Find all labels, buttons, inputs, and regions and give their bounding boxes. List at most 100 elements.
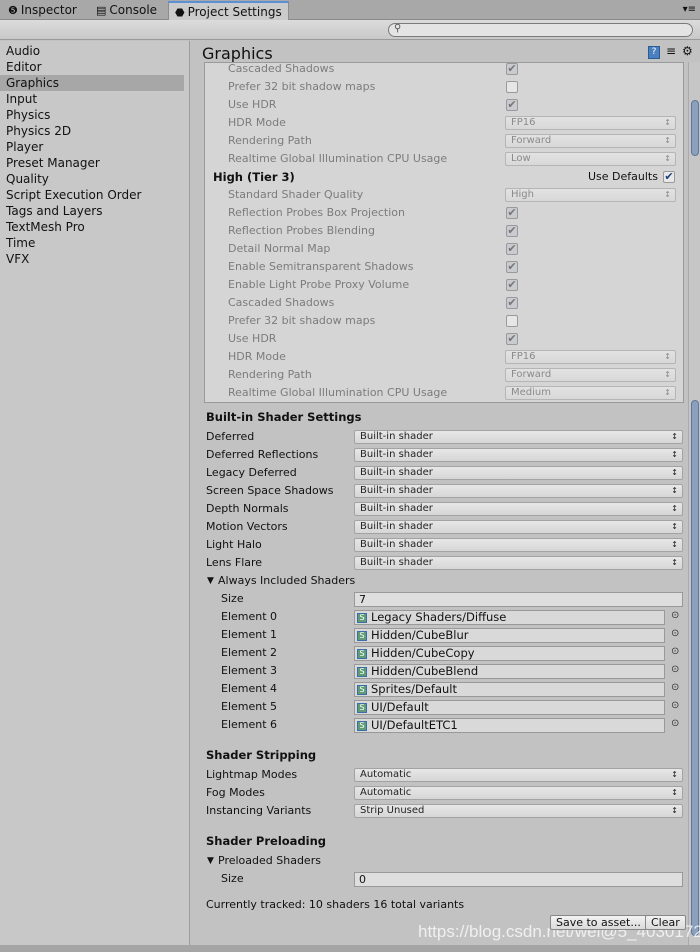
field-label: Legacy Deferred (206, 466, 297, 479)
field-label: Deferred Reflections (206, 448, 319, 461)
setting-dropdown[interactable]: Forward (505, 134, 676, 148)
search-icon: ⚲ (394, 23, 402, 34)
shader-object-field[interactable]: S UI/Default (354, 700, 665, 715)
field-label: Screen Space Shadows (206, 484, 334, 497)
sidebar-item-physics[interactable]: Physics (0, 107, 184, 123)
sidebar-item-tags-and-layers[interactable]: Tags and Layers (0, 203, 184, 219)
setting-label: Detail Normal Map (228, 242, 331, 255)
object-picker-icon[interactable]: ⊙ (671, 664, 679, 675)
use-defaults-label: Use Defaults (588, 170, 658, 183)
shader-object-field[interactable]: S Hidden/CubeCopy (354, 646, 665, 661)
sidebar-item-time[interactable]: Time (0, 235, 184, 251)
section-header: Shader Preloading (206, 834, 327, 848)
info-icon: ❺ (8, 4, 18, 17)
setting-dropdown[interactable]: Forward (505, 368, 676, 382)
object-picker-icon[interactable]: ⊙ (671, 718, 679, 729)
stripping-dropdown[interactable]: Automatic (354, 768, 683, 782)
shader-name: Hidden/CubeBlend (371, 664, 479, 678)
shader-icon: S (357, 667, 367, 677)
sidebar-item-preset-manager[interactable]: Preset Manager (0, 155, 184, 171)
preset-icon[interactable]: ≡ (666, 44, 676, 58)
shader-dropdown[interactable]: Built-in shader (354, 502, 683, 516)
shader-dropdown[interactable]: Built-in shader (354, 538, 683, 552)
tier-header: High (Tier 3) (213, 170, 295, 184)
tab-inspector[interactable]: ❺ Inspector (2, 1, 83, 20)
scroll-thumb[interactable] (691, 400, 699, 936)
tab-bar: ❺ Inspector ▤ Console ⬣ Project Settings (0, 0, 700, 20)
setting-checkbox[interactable]: ✔ (506, 279, 518, 291)
sidebar-item-quality[interactable]: Quality (0, 171, 184, 187)
setting-checkbox[interactable]: ✔ (506, 261, 518, 273)
stripping-dropdown[interactable]: Automatic (354, 786, 683, 800)
field-label: Element 2 (221, 646, 278, 659)
help-book-icon[interactable]: ? (648, 46, 660, 59)
tier-scroll-thumb[interactable] (691, 100, 699, 156)
preloaded-size-input[interactable]: 0 (354, 872, 683, 887)
shader-dropdown[interactable]: Built-in shader (354, 466, 683, 480)
use-defaults-checkbox[interactable]: ✔ (663, 171, 675, 183)
foldout-arrow-icon[interactable]: ▼ (207, 852, 214, 870)
tab-console[interactable]: ▤ Console (90, 1, 163, 20)
shader-object-field[interactable]: S Legacy Shaders/Diffuse (354, 610, 665, 625)
save-to-asset-button[interactable]: Save to asset... (550, 915, 647, 930)
sidebar-item-graphics[interactable]: Graphics (0, 75, 184, 91)
setting-checkbox[interactable]: ✔ (506, 225, 518, 237)
sidebar-item-player[interactable]: Player (0, 139, 184, 155)
object-picker-icon[interactable]: ⊙ (671, 682, 679, 693)
shader-dropdown[interactable]: Built-in shader (354, 556, 683, 570)
setting-checkbox[interactable]: ✔ (506, 243, 518, 255)
setting-checkbox[interactable]: ✔ (506, 207, 518, 219)
sidebar: Audio Editor Graphics Input Physics Physics 2… (0, 41, 190, 952)
setting-checkbox[interactable]: ✔ (506, 297, 518, 309)
setting-checkbox[interactable]: ✔ (506, 63, 518, 75)
shader-object-field[interactable]: S UI/DefaultETC1 (354, 718, 665, 733)
shader-icon: S (357, 613, 367, 623)
sidebar-item-editor[interactable]: Editor (0, 59, 184, 75)
sidebar-item-vfx[interactable]: VFX (0, 251, 184, 267)
scrollbar[interactable] (688, 62, 700, 946)
setting-checkbox[interactable]: ✔ (506, 99, 518, 111)
setting-dropdown[interactable]: Medium (505, 386, 676, 400)
object-picker-icon[interactable]: ⊙ (671, 610, 679, 621)
object-picker-icon[interactable]: ⊙ (671, 700, 679, 711)
field-label: Lightmap Modes (206, 768, 298, 781)
size-input[interactable]: 7 (354, 592, 683, 607)
shader-object-field[interactable]: S Hidden/CubeBlend (354, 664, 665, 679)
shader-icon: S (357, 685, 367, 695)
search-input[interactable] (388, 23, 693, 37)
foldout-label: Preloaded Shaders (218, 854, 321, 867)
setting-label: Enable Semitransparent Shadows (228, 260, 414, 273)
gear-icon[interactable]: ⚙ (682, 44, 693, 58)
setting-label: Realtime Global Illumination CPU Usage (228, 386, 448, 399)
section-header: Shader Stripping (206, 748, 317, 762)
tab-project-settings[interactable]: ⬣ Project Settings (168, 1, 289, 20)
shader-dropdown[interactable]: Built-in shader (354, 430, 683, 444)
shader-dropdown[interactable]: Built-in shader (354, 520, 683, 534)
shader-dropdown[interactable]: Built-in shader (354, 484, 683, 498)
status-bar (0, 945, 700, 952)
sidebar-item-script-execution-order[interactable]: Script Execution Order (0, 187, 184, 203)
shader-object-field[interactable]: S Hidden/CubeBlur (354, 628, 665, 643)
setting-dropdown[interactable]: Low (505, 152, 676, 166)
shader-dropdown[interactable]: Built-in shader (354, 448, 683, 462)
setting-dropdown[interactable]: High (505, 188, 676, 202)
clear-button[interactable]: Clear (645, 915, 686, 930)
stripping-dropdown[interactable]: Strip Unused (354, 804, 683, 818)
shader-name: Legacy Shaders/Diffuse (371, 610, 507, 624)
setting-dropdown[interactable]: FP16 (505, 116, 676, 130)
foldout-arrow-icon[interactable]: ▼ (207, 572, 214, 590)
object-picker-icon[interactable]: ⊙ (671, 628, 679, 639)
sidebar-item-audio[interactable]: Audio (0, 43, 184, 59)
sidebar-item-physics-2d[interactable]: Physics 2D (0, 123, 184, 139)
setting-checkbox[interactable] (506, 81, 518, 93)
field-label: Element 5 (221, 700, 278, 713)
setting-checkbox[interactable] (506, 315, 518, 327)
sidebar-item-input[interactable]: Input (0, 91, 184, 107)
tab-menu-icon[interactable]: ▾≡ (683, 4, 696, 15)
sidebar-item-textmesh-pro[interactable]: TextMesh Pro (0, 219, 184, 235)
setting-checkbox[interactable]: ✔ (506, 333, 518, 345)
shader-name: Hidden/CubeBlur (371, 628, 469, 642)
shader-object-field[interactable]: S Sprites/Default (354, 682, 665, 697)
object-picker-icon[interactable]: ⊙ (671, 646, 679, 657)
setting-dropdown[interactable]: FP16 (505, 350, 676, 364)
